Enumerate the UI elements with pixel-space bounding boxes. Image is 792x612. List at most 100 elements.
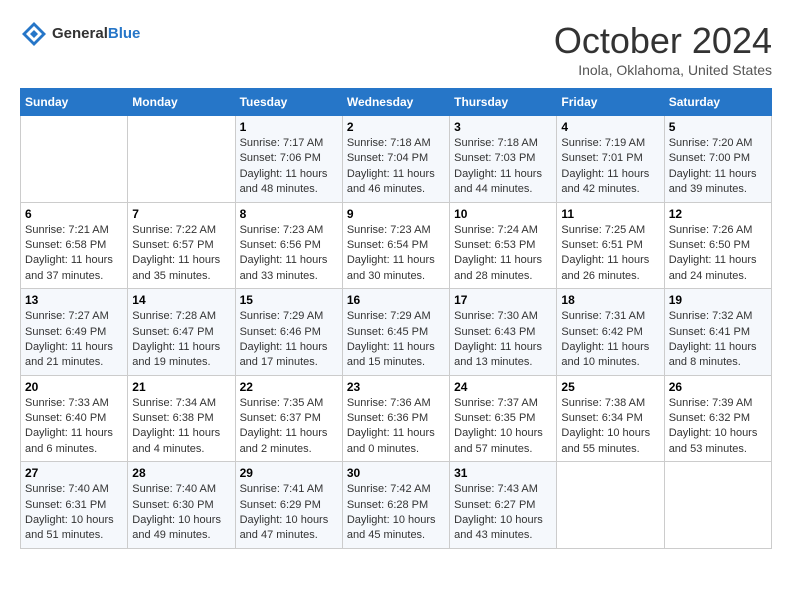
day-number: 15 xyxy=(240,293,338,307)
calendar-cell: 3 Sunrise: 7:18 AMSunset: 7:03 PMDayligh… xyxy=(450,116,557,203)
calendar-cell: 22 Sunrise: 7:35 AMSunset: 6:37 PMDaylig… xyxy=(235,375,342,462)
day-info: Sunrise: 7:29 AMSunset: 6:46 PMDaylight:… xyxy=(240,309,338,371)
calendar-cell: 5 Sunrise: 7:20 AMSunset: 7:00 PMDayligh… xyxy=(664,116,771,203)
day-info: Sunrise: 7:35 AMSunset: 6:37 PMDaylight:… xyxy=(240,396,338,458)
calendar-cell: 20 Sunrise: 7:33 AMSunset: 6:40 PMDaylig… xyxy=(21,375,128,462)
day-number: 25 xyxy=(561,380,659,394)
day-info: Sunrise: 7:40 AMSunset: 6:31 PMDaylight:… xyxy=(25,482,123,544)
day-number: 18 xyxy=(561,293,659,307)
calendar-table: SundayMondayTuesdayWednesdayThursdayFrid… xyxy=(20,88,772,549)
week-row-5: 27 Sunrise: 7:40 AMSunset: 6:31 PMDaylig… xyxy=(21,462,772,549)
calendar-cell: 4 Sunrise: 7:19 AMSunset: 7:01 PMDayligh… xyxy=(557,116,664,203)
day-number: 30 xyxy=(347,466,445,480)
day-number: 14 xyxy=(132,293,230,307)
day-number: 12 xyxy=(669,207,767,221)
calendar-cell: 11 Sunrise: 7:25 AMSunset: 6:51 PMDaylig… xyxy=(557,202,664,289)
day-info: Sunrise: 7:19 AMSunset: 7:01 PMDaylight:… xyxy=(561,136,659,198)
day-number: 29 xyxy=(240,466,338,480)
day-number: 4 xyxy=(561,120,659,134)
day-info: Sunrise: 7:20 AMSunset: 7:00 PMDaylight:… xyxy=(669,136,767,198)
calendar-cell: 16 Sunrise: 7:29 AMSunset: 6:45 PMDaylig… xyxy=(342,289,449,376)
logo-general: General xyxy=(52,25,108,42)
column-headers: SundayMondayTuesdayWednesdayThursdayFrid… xyxy=(21,89,772,116)
day-info: Sunrise: 7:25 AMSunset: 6:51 PMDaylight:… xyxy=(561,223,659,285)
calendar-cell: 12 Sunrise: 7:26 AMSunset: 6:50 PMDaylig… xyxy=(664,202,771,289)
day-number: 7 xyxy=(132,207,230,221)
calendar-cell: 15 Sunrise: 7:29 AMSunset: 6:46 PMDaylig… xyxy=(235,289,342,376)
day-number: 31 xyxy=(454,466,552,480)
calendar-cell: 28 Sunrise: 7:40 AMSunset: 6:30 PMDaylig… xyxy=(128,462,235,549)
calendar-cell: 2 Sunrise: 7:18 AMSunset: 7:04 PMDayligh… xyxy=(342,116,449,203)
day-number: 21 xyxy=(132,380,230,394)
day-number: 19 xyxy=(669,293,767,307)
calendar-cell: 13 Sunrise: 7:27 AMSunset: 6:49 PMDaylig… xyxy=(21,289,128,376)
day-number: 3 xyxy=(454,120,552,134)
day-info: Sunrise: 7:39 AMSunset: 6:32 PMDaylight:… xyxy=(669,396,767,458)
column-header-monday: Monday xyxy=(128,89,235,116)
day-number: 17 xyxy=(454,293,552,307)
day-number: 9 xyxy=(347,207,445,221)
calendar-cell: 14 Sunrise: 7:28 AMSunset: 6:47 PMDaylig… xyxy=(128,289,235,376)
day-number: 5 xyxy=(669,120,767,134)
day-info: Sunrise: 7:26 AMSunset: 6:50 PMDaylight:… xyxy=(669,223,767,285)
day-number: 22 xyxy=(240,380,338,394)
week-row-4: 20 Sunrise: 7:33 AMSunset: 6:40 PMDaylig… xyxy=(21,375,772,462)
column-header-wednesday: Wednesday xyxy=(342,89,449,116)
calendar-cell xyxy=(128,116,235,203)
day-number: 27 xyxy=(25,466,123,480)
calendar-cell: 25 Sunrise: 7:38 AMSunset: 6:34 PMDaylig… xyxy=(557,375,664,462)
week-row-1: 1 Sunrise: 7:17 AMSunset: 7:06 PMDayligh… xyxy=(21,116,772,203)
calendar-cell: 27 Sunrise: 7:40 AMSunset: 6:31 PMDaylig… xyxy=(21,462,128,549)
day-info: Sunrise: 7:28 AMSunset: 6:47 PMDaylight:… xyxy=(132,309,230,371)
calendar-cell xyxy=(557,462,664,549)
day-info: Sunrise: 7:21 AMSunset: 6:58 PMDaylight:… xyxy=(25,223,123,285)
day-number: 6 xyxy=(25,207,123,221)
column-header-thursday: Thursday xyxy=(450,89,557,116)
day-info: Sunrise: 7:33 AMSunset: 6:40 PMDaylight:… xyxy=(25,396,123,458)
day-number: 2 xyxy=(347,120,445,134)
day-info: Sunrise: 7:23 AMSunset: 6:56 PMDaylight:… xyxy=(240,223,338,285)
calendar-cell: 6 Sunrise: 7:21 AMSunset: 6:58 PMDayligh… xyxy=(21,202,128,289)
calendar-cell xyxy=(664,462,771,549)
day-info: Sunrise: 7:32 AMSunset: 6:41 PMDaylight:… xyxy=(669,309,767,371)
day-info: Sunrise: 7:40 AMSunset: 6:30 PMDaylight:… xyxy=(132,482,230,544)
calendar-cell: 29 Sunrise: 7:41 AMSunset: 6:29 PMDaylig… xyxy=(235,462,342,549)
page-header: GeneralBlue October 2024 Inola, Oklahoma… xyxy=(20,20,772,78)
day-info: Sunrise: 7:42 AMSunset: 6:28 PMDaylight:… xyxy=(347,482,445,544)
day-info: Sunrise: 7:41 AMSunset: 6:29 PMDaylight:… xyxy=(240,482,338,544)
column-header-sunday: Sunday xyxy=(21,89,128,116)
day-number: 20 xyxy=(25,380,123,394)
calendar-cell: 8 Sunrise: 7:23 AMSunset: 6:56 PMDayligh… xyxy=(235,202,342,289)
day-info: Sunrise: 7:43 AMSunset: 6:27 PMDaylight:… xyxy=(454,482,552,544)
day-number: 26 xyxy=(669,380,767,394)
day-info: Sunrise: 7:38 AMSunset: 6:34 PMDaylight:… xyxy=(561,396,659,458)
day-info: Sunrise: 7:30 AMSunset: 6:43 PMDaylight:… xyxy=(454,309,552,371)
day-number: 24 xyxy=(454,380,552,394)
location-title: Inola, Oklahoma, United States xyxy=(554,62,772,78)
calendar-cell: 21 Sunrise: 7:34 AMSunset: 6:38 PMDaylig… xyxy=(128,375,235,462)
calendar-cell: 10 Sunrise: 7:24 AMSunset: 6:53 PMDaylig… xyxy=(450,202,557,289)
day-info: Sunrise: 7:29 AMSunset: 6:45 PMDaylight:… xyxy=(347,309,445,371)
calendar-cell: 30 Sunrise: 7:42 AMSunset: 6:28 PMDaylig… xyxy=(342,462,449,549)
calendar-cell: 18 Sunrise: 7:31 AMSunset: 6:42 PMDaylig… xyxy=(557,289,664,376)
day-number: 11 xyxy=(561,207,659,221)
day-number: 16 xyxy=(347,293,445,307)
day-info: Sunrise: 7:17 AMSunset: 7:06 PMDaylight:… xyxy=(240,136,338,198)
column-header-saturday: Saturday xyxy=(664,89,771,116)
day-number: 1 xyxy=(240,120,338,134)
day-number: 23 xyxy=(347,380,445,394)
day-info: Sunrise: 7:36 AMSunset: 6:36 PMDaylight:… xyxy=(347,396,445,458)
calendar-cell: 26 Sunrise: 7:39 AMSunset: 6:32 PMDaylig… xyxy=(664,375,771,462)
calendar-cell: 7 Sunrise: 7:22 AMSunset: 6:57 PMDayligh… xyxy=(128,202,235,289)
month-title: October 2024 xyxy=(554,20,772,62)
column-header-friday: Friday xyxy=(557,89,664,116)
day-number: 10 xyxy=(454,207,552,221)
day-number: 8 xyxy=(240,207,338,221)
day-info: Sunrise: 7:34 AMSunset: 6:38 PMDaylight:… xyxy=(132,396,230,458)
calendar-cell: 24 Sunrise: 7:37 AMSunset: 6:35 PMDaylig… xyxy=(450,375,557,462)
day-info: Sunrise: 7:37 AMSunset: 6:35 PMDaylight:… xyxy=(454,396,552,458)
day-number: 28 xyxy=(132,466,230,480)
logo-icon xyxy=(20,20,48,48)
day-info: Sunrise: 7:18 AMSunset: 7:04 PMDaylight:… xyxy=(347,136,445,198)
day-info: Sunrise: 7:24 AMSunset: 6:53 PMDaylight:… xyxy=(454,223,552,285)
